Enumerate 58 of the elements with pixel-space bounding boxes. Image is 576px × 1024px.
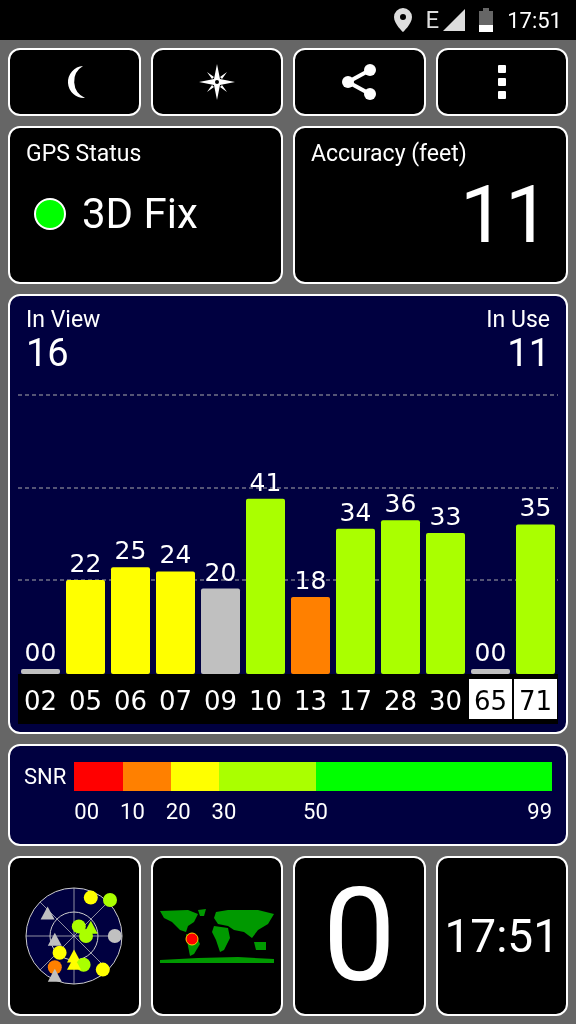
satellite-id: 09 bbox=[203, 686, 238, 716]
snr-label: SNR bbox=[24, 764, 67, 791]
snr-tick: 30 bbox=[211, 799, 238, 825]
bar-value: 22 bbox=[69, 549, 102, 578]
bar-value: 35 bbox=[519, 493, 552, 523]
count-tile[interactable]: 0 bbox=[293, 856, 426, 1016]
satellite-id: 02 bbox=[23, 686, 58, 716]
satellite-id: 13 bbox=[293, 686, 328, 716]
in-view-label: In View bbox=[26, 306, 101, 333]
x-tick-label: 71 bbox=[518, 686, 553, 716]
snr-tick: 00 bbox=[74, 799, 101, 825]
satellite-id: 30 bbox=[428, 686, 463, 716]
fix-status: 3D Fix bbox=[82, 189, 198, 238]
satellite-id: 07 bbox=[158, 686, 193, 716]
more-button[interactable] bbox=[435, 48, 568, 116]
share-icon bbox=[340, 63, 379, 101]
in-view-count: 16 bbox=[26, 333, 69, 375]
in-use-label: In Use bbox=[486, 306, 550, 333]
satellite-id: 10 bbox=[248, 686, 283, 716]
bar-value: 18 bbox=[294, 566, 327, 596]
card-title: GPS Status bbox=[26, 140, 143, 167]
network-type: E bbox=[425, 6, 440, 34]
satellite-id: 71 bbox=[514, 679, 557, 719]
share-button[interactable] bbox=[293, 48, 426, 116]
snr-tick: 99 bbox=[527, 799, 552, 825]
clock-tile[interactable]: 17:51 bbox=[435, 856, 568, 1016]
signal-icon bbox=[443, 9, 466, 31]
location-pin-icon bbox=[393, 8, 412, 32]
satellite-id: 17 bbox=[338, 686, 373, 716]
battery-icon bbox=[479, 8, 494, 32]
bar-value: 25 bbox=[114, 536, 147, 566]
x-tick-label: 65 bbox=[473, 686, 508, 716]
accuracy-value: 11 bbox=[460, 175, 550, 255]
bar-value: 33 bbox=[429, 502, 462, 532]
bar-value: 41 bbox=[249, 467, 282, 497]
satellite-id: 65 bbox=[469, 679, 512, 719]
bar-value: 24 bbox=[159, 540, 192, 570]
snr-tick: 20 bbox=[165, 799, 192, 825]
satellite-id: 05 bbox=[68, 686, 103, 716]
bar-value: 20 bbox=[204, 557, 237, 587]
satellite-id: 28 bbox=[383, 686, 418, 716]
sky-view-tile[interactable] bbox=[8, 856, 141, 1016]
in-use-count: 11 bbox=[507, 333, 550, 375]
bar-value: 36 bbox=[384, 489, 417, 519]
snr-tick: 10 bbox=[120, 799, 146, 825]
card-title: Accuracy (feet) bbox=[311, 140, 468, 167]
compass-button[interactable] bbox=[150, 48, 283, 116]
snr-tick: 50 bbox=[303, 799, 329, 825]
more-icon bbox=[497, 65, 506, 99]
night-mode-button[interactable] bbox=[8, 48, 141, 116]
satellite-id: 06 bbox=[113, 686, 148, 716]
map-tile[interactable] bbox=[150, 856, 283, 1016]
bar-value: 00 bbox=[474, 638, 507, 667]
clock: 17:51 bbox=[507, 7, 562, 33]
count-value: 0 bbox=[322, 871, 396, 1001]
time-value: 17:51 bbox=[444, 909, 560, 963]
bar-value: 00 bbox=[24, 638, 57, 667]
bar-value: 34 bbox=[339, 497, 372, 527]
